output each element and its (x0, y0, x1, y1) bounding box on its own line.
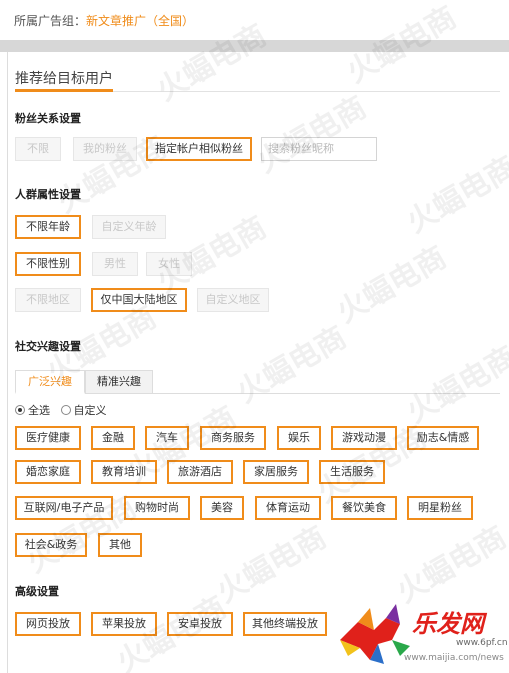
select-mode: 全选 自定义 (15, 402, 107, 418)
fans-search-input[interactable]: 搜索粉丝昵称 (261, 137, 377, 161)
gender-option-any[interactable]: 不限性别 (15, 252, 81, 276)
interest-tag[interactable]: 其他 (98, 533, 142, 557)
advanced-heading: 高级设置 (15, 585, 59, 598)
logo-name: 乐发网 (412, 609, 484, 638)
region-option-mainland[interactable]: 仅中国大陆地区 (91, 288, 187, 312)
interest-tag[interactable]: 汽车 (145, 426, 189, 450)
crowd-heading: 人群属性设置 (15, 188, 81, 201)
tab-broad-interest[interactable]: 广泛兴趣 (15, 370, 85, 394)
interest-tag[interactable]: 美容 (200, 496, 244, 520)
logo-url-news: /news (477, 653, 504, 663)
interest-tag[interactable]: 体育运动 (255, 496, 321, 520)
interest-tag[interactable]: 医疗健康 (15, 426, 81, 450)
interest-tag[interactable]: 互联网/电子产品 (15, 496, 113, 520)
interest-tag[interactable]: 生活服务 (319, 460, 385, 484)
header-band (0, 40, 509, 52)
interest-tag[interactable]: 教育培训 (91, 460, 157, 484)
region-option-any[interactable]: 不限地区 (15, 288, 81, 312)
interest-tag[interactable]: 餐饮美食 (331, 496, 397, 520)
logo-url-main: www.maijia.com (404, 653, 478, 663)
fans-heading: 粉丝关系设置 (15, 112, 81, 125)
radio-select-all[interactable] (15, 405, 25, 415)
interest-tag[interactable]: 商务服务 (200, 426, 266, 450)
interest-tag[interactable]: 励志&情感 (407, 426, 479, 450)
title-underline (15, 89, 113, 92)
interest-tag[interactable]: 婚恋家庭 (15, 460, 81, 484)
ad-group-line: 所属广告组：新文章推广（全国） (14, 12, 194, 29)
gender-option-female[interactable]: 女性 (146, 252, 192, 276)
interest-tag[interactable]: 明星粉丝 (407, 496, 473, 520)
platform-web[interactable]: 网页投放 (15, 612, 81, 636)
site-logo: 乐发网 www.6pf.cn www.maijia.com/news (330, 598, 509, 673)
ad-group-label: 所属广告组： (14, 14, 87, 28)
ad-group-link[interactable]: 新文章推广（全国） (86, 14, 194, 28)
fans-option-mine[interactable]: 我的粉丝 (73, 137, 137, 161)
logo-url: www.maijia.com/news (404, 653, 504, 663)
interest-tag[interactable]: 购物时尚 (124, 496, 190, 520)
radio-select-all-label: 全选 (28, 404, 50, 417)
radio-custom-label: 自定义 (73, 404, 107, 417)
radio-custom[interactable] (60, 405, 71, 415)
fans-option-similar[interactable]: 指定帐户相似粉丝 (146, 137, 252, 161)
platform-ios[interactable]: 苹果投放 (91, 612, 157, 636)
region-option-custom[interactable]: 自定义地区 (197, 288, 269, 312)
panel-title: 推荐给目标用户 (15, 71, 113, 87)
gender-option-male[interactable]: 男性 (92, 252, 138, 276)
logo-url-secondary: www.6pf.cn (456, 638, 508, 648)
interest-tag[interactable]: 社会&政务 (15, 533, 87, 557)
interest-tag[interactable]: 游戏动漫 (331, 426, 397, 450)
platform-android[interactable]: 安卓投放 (167, 612, 233, 636)
age-option-any[interactable]: 不限年龄 (15, 215, 81, 239)
interest-tag[interactable]: 旅游酒店 (167, 460, 233, 484)
interest-tag[interactable]: 金融 (91, 426, 135, 450)
fans-option-any[interactable]: 不限 (15, 137, 61, 161)
age-option-custom[interactable]: 自定义年龄 (92, 215, 166, 239)
interest-tag[interactable]: 娱乐 (277, 426, 321, 450)
platform-other[interactable]: 其他终端投放 (243, 612, 327, 636)
interest-tabs: 广泛兴趣 精准兴趣 (15, 370, 155, 394)
tab-precise-interest[interactable]: 精准兴趣 (85, 370, 153, 394)
interest-tag[interactable]: 家居服务 (243, 460, 309, 484)
social-heading: 社交兴趣设置 (15, 340, 81, 353)
